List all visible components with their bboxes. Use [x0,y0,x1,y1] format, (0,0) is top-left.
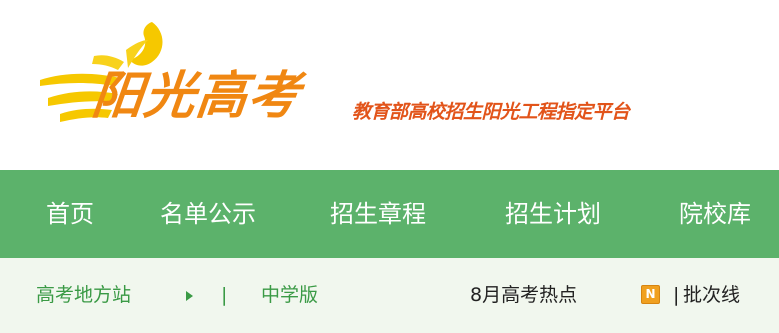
badge-letter: N [645,287,656,301]
news-badge-icon: N [641,285,660,304]
nav-item-home[interactable]: 首页 [46,170,94,258]
divider: | [673,284,680,306]
nav-item-admission-plan[interactable]: 招生计划 [505,170,601,258]
main-nav: 首页 名单公示 招生章程 招生计划 院校库 [0,170,779,258]
nav-item-admission-rules[interactable]: 招生章程 [330,170,426,258]
site-title[interactable]: 阳光高考 [88,62,303,132]
batch-line-link[interactable]: 批次线 [683,258,740,333]
site-header: 阳光高考 教育部高校招生阳光工程指定平台 [0,0,779,170]
local-sites-link[interactable]: 高考地方站 [36,258,131,333]
separator: | [221,284,228,306]
sub-bar: 高考地方站 | 中学版 8月高考热点 N | 批次线 [0,258,779,333]
caret-right-icon[interactable] [186,291,193,301]
site-slogan: 教育部高校招生阳光工程指定平台 [352,101,630,123]
nav-item-college-library[interactable]: 院校库 [679,170,751,258]
nav-item-name-list[interactable]: 名单公示 [160,170,256,258]
page: 阳光高考 教育部高校招生阳光工程指定平台 首页 名单公示 招生章程 招生计划 院… [0,0,779,333]
hot-topics-label: 8月高考热点 [470,284,578,306]
middle-school-link[interactable]: 中学版 [261,258,318,333]
